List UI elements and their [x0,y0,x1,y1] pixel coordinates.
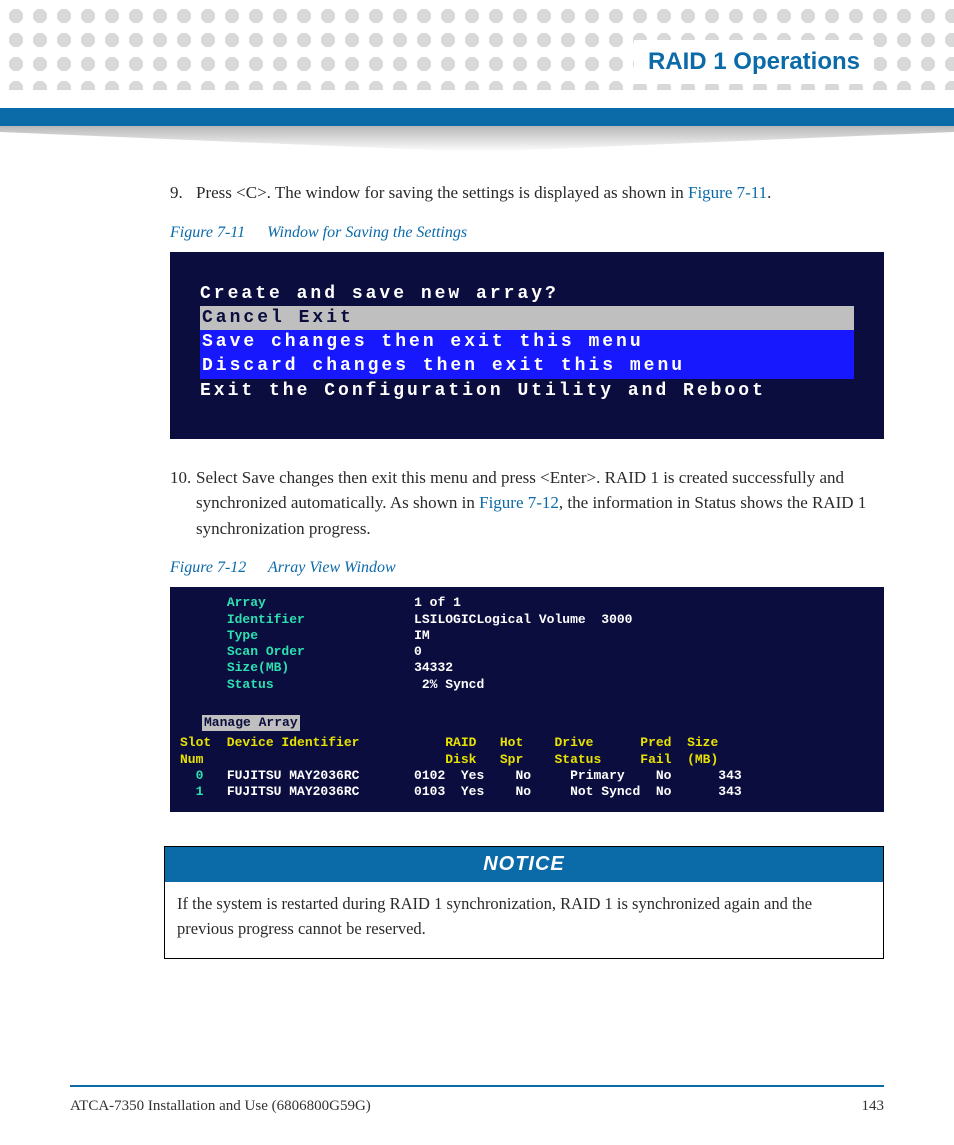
table-header-row-2: Num Disk Spr Status Fail (MB) [180,752,874,768]
step-text-tail: . [767,183,771,202]
field-label-status: Status [227,677,274,692]
notice-body: If the system is restarted during RAID 1… [165,882,883,958]
field-label-type: Type [227,628,258,643]
field-label-scan-order: Scan Order [227,644,305,659]
page-content: 9. Press <C>. The window for saving the … [170,180,884,959]
field-value-status: 2% Syncd [414,677,484,692]
step-body: Press <C>. The window for saving the set… [196,180,884,206]
figure-caption-7-12: Figure 7-12 Array View Window [170,559,884,577]
menu-save-exit: Save changes then exit this menu [200,330,854,354]
step-9: 9. Press <C>. The window for saving the … [170,180,884,206]
step-number: 10. [170,465,196,542]
header-wedge [0,126,954,152]
menu-cancel-exit: Cancel Exit [200,306,854,330]
field-value-scan-order: 0 [414,644,422,659]
figure-label: Figure 7-11 [170,224,245,241]
notice-box: NOTICE If the system is restarted during… [164,846,884,959]
page-footer: ATCA-7350 Installation and Use (6806800G… [70,1098,884,1115]
figure-link-7-12[interactable]: Figure 7-12 [479,493,559,512]
figure-caption-7-11: Figure 7-11 Window for Saving the Settin… [170,224,884,242]
menu-discard-exit: Discard changes then exit this menu [200,354,854,378]
menu-exit-reboot: Exit the Configuration Utility and Reboo… [200,379,854,403]
menu-manage-array: Manage Array [202,715,300,731]
row-device-0: FUJITSU MAY2036RC 0102 Yes No Primary No… [227,768,742,783]
footer-doc-title: ATCA-7350 Installation and Use (6806800G… [70,1098,371,1115]
row-slot: 0 [180,768,227,783]
term-prompt: Create and save new array? [200,282,854,306]
field-label-identifier: Identifier [227,612,305,627]
figure-7-11-terminal: Create and save new array? Cancel Exit S… [170,252,884,439]
step-body: Select Save changes then exit this menu … [196,465,884,542]
footer-rule [70,1085,884,1087]
step-text: Press <C>. The window for saving the set… [196,183,688,202]
field-value-identifier: LSILOGICLogical Volume 3000 [414,612,632,627]
field-label-size: Size(MB) [227,660,289,675]
step-number: 9. [170,180,196,206]
figure-title: Window for Saving the Settings [267,224,467,241]
field-value-array: 1 of 1 [414,595,461,610]
field-value-type: IM [414,628,430,643]
header-blue-bar [0,108,954,126]
figure-title: Array View Window [268,559,396,576]
row-device-1: FUJITSU MAY2036RC 0103 Yes No Not Syncd … [227,784,742,799]
footer-page-number: 143 [862,1098,885,1115]
step-10: 10. Select Save changes then exit this m… [170,465,884,542]
figure-label: Figure 7-12 [170,559,246,576]
notice-heading: NOTICE [165,847,883,882]
figure-link-7-11[interactable]: Figure 7-11 [688,183,767,202]
table-header-row-1: Slot Device Identifier RAID Hot Drive Pr… [180,735,874,751]
figure-7-12-terminal: Array 1 of 1 Identifier LSILOGICLogical … [170,587,884,812]
row-slot: 1 [180,784,227,799]
field-label-array: Array [227,595,266,610]
page-header-title: RAID 1 Operations [634,40,874,84]
field-value-size: 34332 [414,660,453,675]
